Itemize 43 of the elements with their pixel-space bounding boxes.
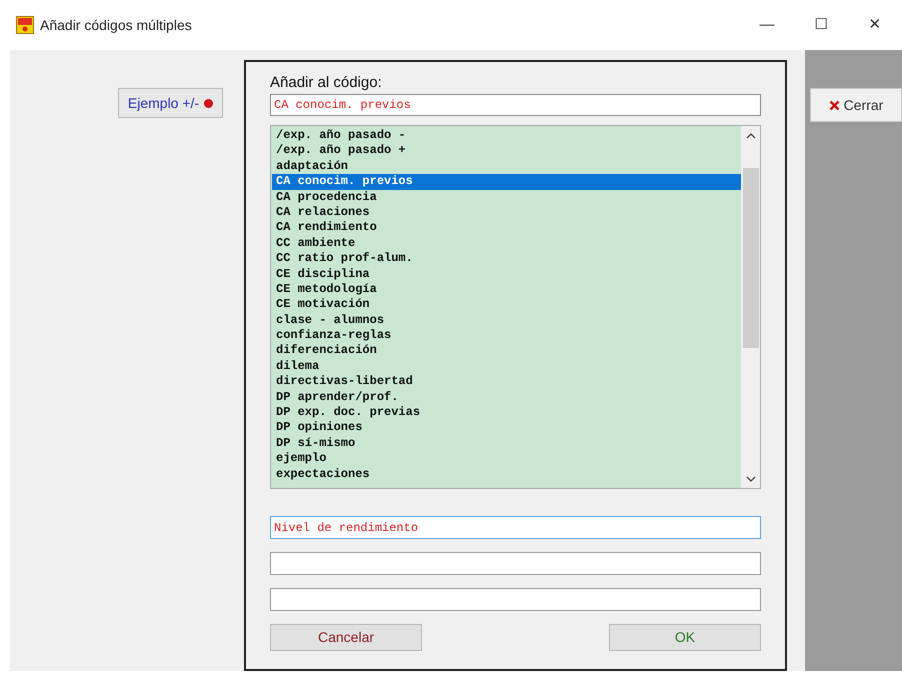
code-list-item[interactable]: CC ambiente [272,236,741,252]
new-code-field[interactable] [270,552,761,575]
code-list-item[interactable]: CA procedencia [272,190,741,205]
code-list-item[interactable]: CE disciplina [272,266,741,282]
code-list-item[interactable]: dilema [272,358,741,374]
code-list-item[interactable]: CA conocim. previos [272,174,741,190]
code-field[interactable]: CA conocim. previos [270,94,761,116]
close-button[interactable]: ✕ [848,0,902,50]
code-list-item[interactable]: clase - alumnos [272,312,741,328]
cancel-button[interactable]: Cancelar [270,624,422,651]
app-icon [16,16,34,34]
scrollbar[interactable] [741,126,760,488]
maximize-button[interactable]: ☐ [794,0,848,50]
code-list-item[interactable]: /exp. año pasado + [272,143,741,159]
code-list-item[interactable]: directivas-libertad [272,374,741,390]
code-list-item[interactable]: CA rendimiento [272,220,741,236]
dialog-heading: Añadir al código: [270,73,383,93]
dot-icon [204,98,214,108]
window-title: Añadir códigos múltiples [40,16,192,35]
scroll-down-icon[interactable] [746,475,756,483]
code-list-item[interactable]: CC ratio prof-alum. [272,251,741,267]
new-code-field[interactable] [270,588,761,611]
code-list-item[interactable]: /exp. año pasado - [272,128,741,144]
code-list-item[interactable]: DP aprender/prof. [272,390,741,406]
example-button[interactable]: Ejemplo +/- [118,88,223,118]
scroll-up-icon[interactable] [746,132,756,140]
code-list-item[interactable]: confianza-reglas [272,328,741,344]
new-code-field[interactable]: Nivel de rendimiento [270,516,761,539]
code-list-item[interactable]: adaptación [272,158,741,174]
code-list-item[interactable]: CE motivación [272,297,741,313]
cerrar-button[interactable]: Cerrar [810,88,902,122]
minimize-button[interactable]: — [740,0,794,50]
close-icon [828,100,840,110]
code-list-item[interactable]: diferenciación [272,343,741,359]
code-list-item[interactable]: ejemplo [272,451,741,467]
code-list-item[interactable]: DP sí-mismo [272,436,741,452]
scrollbar-thumb[interactable] [742,168,758,348]
code-list-item[interactable]: DP exp. doc. previas [272,405,741,420]
ok-button[interactable]: OK [609,624,761,651]
code-list-item[interactable]: CA relaciones [272,204,741,220]
code-list-item[interactable]: DP opiniones [272,420,741,436]
code-list-item[interactable]: expectaciones [272,466,741,482]
code-list-item[interactable]: CE metodología [272,282,741,298]
